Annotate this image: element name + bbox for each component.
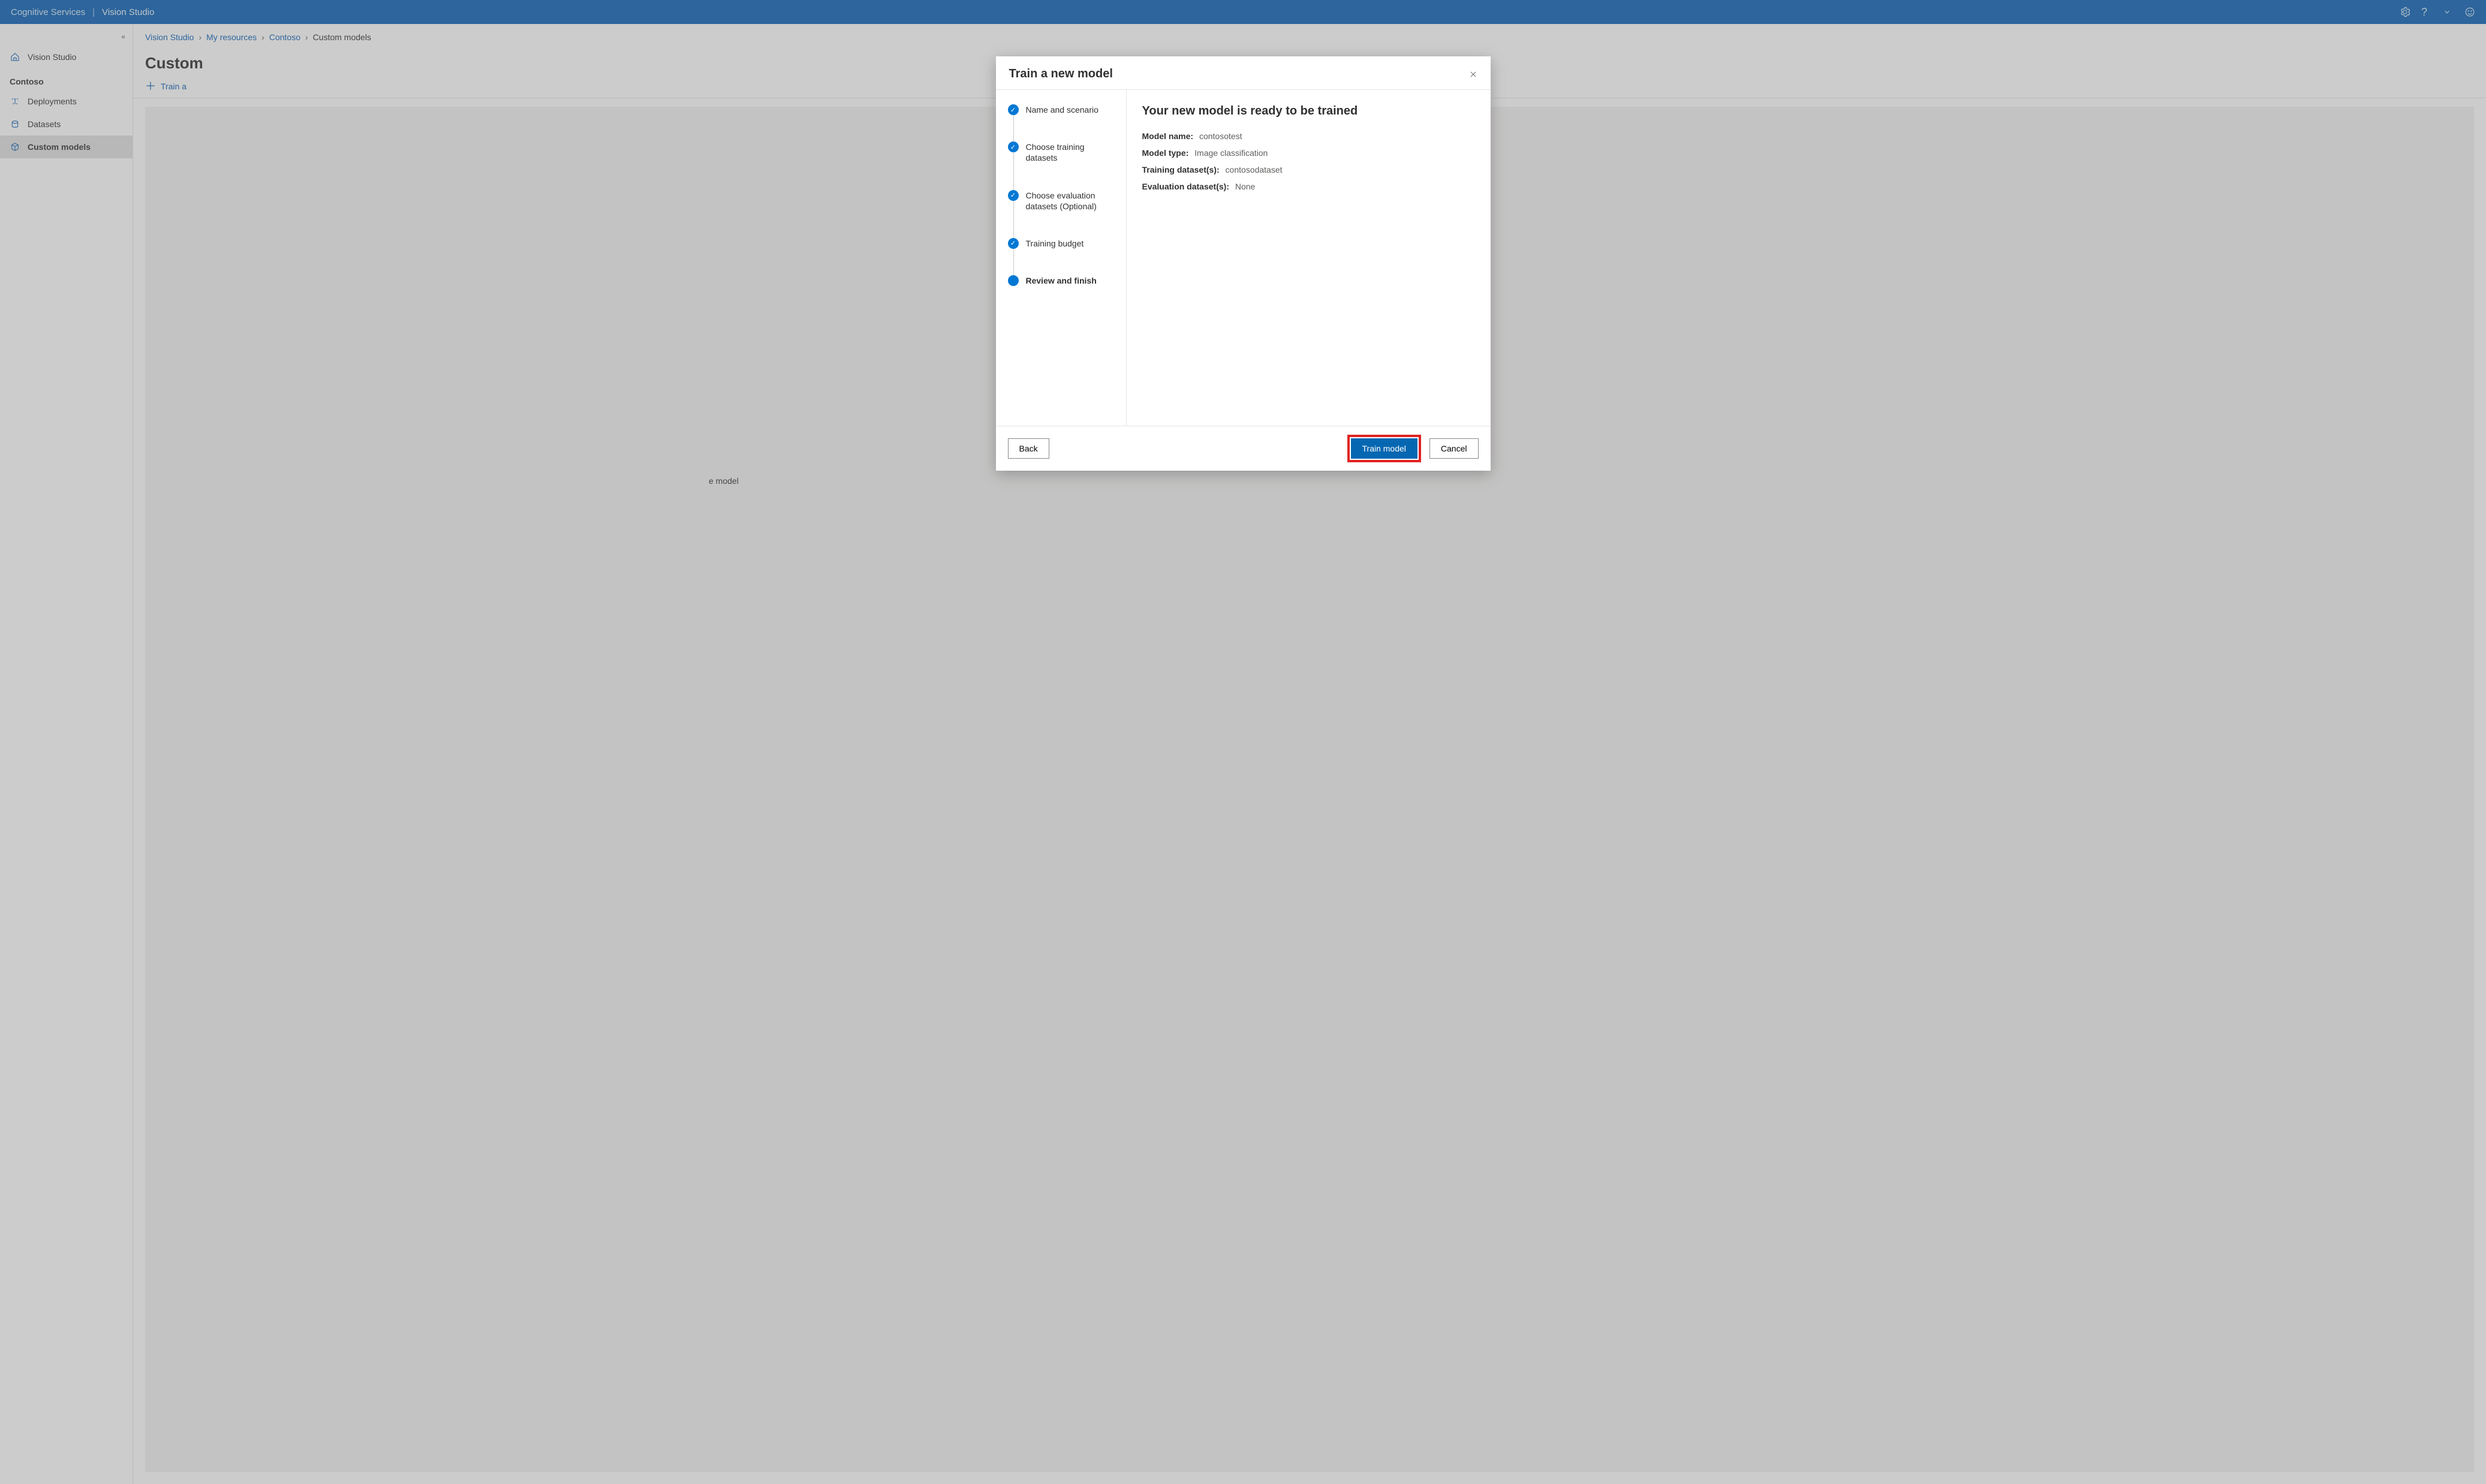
summary-key: Evaluation dataset(s): [1142,182,1229,191]
close-icon[interactable] [1469,70,1477,79]
step-review-finish[interactable]: Review and finish [1008,275,1118,286]
modal-overlay: Train a new model ✓ Name and scenario ✓ … [0,0,2486,1484]
footer-right: Train model Cancel [1347,435,1479,462]
dialog-footer: Back Train model Cancel [996,426,1491,471]
summary-key: Model name: [1142,131,1194,141]
step-rail: ✓ Name and scenario ✓ Choose training da… [996,90,1127,426]
summary-value: contosotest [1199,131,1242,141]
summary-evaluation-datasets: Evaluation dataset(s): None [1142,182,1475,191]
summary-key: Model type: [1142,148,1189,158]
step-current-icon [1008,275,1019,286]
step-label: Name and scenario [1026,104,1098,115]
step-label: Training budget [1026,238,1084,249]
step-label: Choose training datasets [1026,142,1118,163]
dialog-heading: Your new model is ready to be trained [1142,104,1475,118]
summary-model-type: Model type: Image classification [1142,148,1475,158]
step-training-budget[interactable]: ✓ Training budget [1008,238,1118,275]
summary-key: Training dataset(s): [1142,165,1220,174]
summary-value: None [1235,182,1255,191]
step-complete-icon: ✓ [1008,142,1019,152]
step-evaluation-datasets[interactable]: ✓ Choose evaluation datasets (Optional) [1008,190,1118,238]
train-model-button[interactable]: Train model [1351,438,1417,459]
step-label: Review and finish [1026,275,1097,286]
back-button[interactable]: Back [1008,438,1049,459]
step-training-datasets[interactable]: ✓ Choose training datasets [1008,142,1118,189]
step-complete-icon: ✓ [1008,238,1019,249]
dialog-main: Your new model is ready to be trained Mo… [1127,90,1491,426]
train-model-dialog: Train a new model ✓ Name and scenario ✓ … [996,56,1491,471]
dialog-title: Train a new model [1009,67,1113,81]
step-complete-icon: ✓ [1008,190,1019,201]
step-label: Choose evaluation datasets (Optional) [1026,190,1118,212]
dialog-body: ✓ Name and scenario ✓ Choose training da… [996,90,1491,426]
dialog-header: Train a new model [996,56,1491,90]
summary-value: contosodataset [1226,165,1283,174]
summary-value: Image classification [1194,148,1268,158]
cancel-button[interactable]: Cancel [1429,438,1479,459]
annotation-highlight: Train model [1347,435,1421,462]
summary-model-name: Model name: contosotest [1142,131,1475,141]
step-name-scenario[interactable]: ✓ Name and scenario [1008,104,1118,142]
step-complete-icon: ✓ [1008,104,1019,115]
summary-training-datasets: Training dataset(s): contosodataset [1142,165,1475,174]
